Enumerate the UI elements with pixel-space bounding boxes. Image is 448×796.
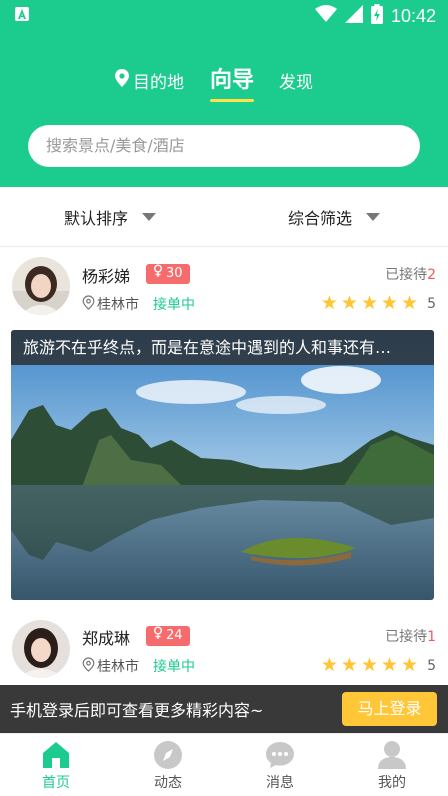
search-input[interactable]: 搜索景点/美食/酒店	[28, 125, 420, 167]
status-time: 10:42	[390, 5, 436, 26]
dropdown-arrow-icon	[142, 213, 157, 221]
signal-icon	[344, 4, 363, 28]
avatar[interactable]	[12, 257, 70, 315]
badge-count: 24	[166, 628, 183, 643]
star-icon: ★	[340, 292, 358, 314]
location-outline-icon	[82, 294, 95, 314]
status-icons: 10:42	[314, 3, 436, 29]
served-label: 已接待	[385, 267, 428, 283]
rating-value: 5	[427, 295, 436, 312]
female-badge: 24	[146, 626, 190, 646]
location-pin-icon	[115, 69, 129, 92]
badge-count: 30	[166, 266, 183, 281]
header: 10:42 目的地 向导 发现 搜索景点/美食/酒店	[0, 0, 448, 187]
served-number: 2	[427, 267, 436, 283]
city-label: 桂林市	[97, 297, 139, 313]
photo-caption: 旅游不在乎终点，而是在意途中遇到的人和事还有…	[11, 330, 434, 365]
female-icon	[153, 264, 163, 284]
guide-name: 杨彩娣	[82, 267, 131, 286]
tab-guide-label: 向导	[210, 68, 255, 93]
filter-dropdown[interactable]: 综合筛选	[288, 205, 381, 229]
star-icon: ★	[401, 292, 419, 314]
female-icon	[153, 626, 163, 646]
served-count: 已接待2	[385, 264, 436, 284]
guide-card[interactable]: 杨彩娣 30 已接待2 桂林市 接单中 ★ ★ ★ ★ ★ 5 旅游不在乎终点，…	[0, 250, 448, 610]
tab-destination[interactable]: 目的地	[115, 68, 184, 93]
active-tab-indicator	[210, 99, 255, 102]
chat-icon	[266, 742, 294, 768]
female-badge: 30	[146, 264, 190, 284]
star-icon: ★	[320, 654, 338, 676]
guide-photo[interactable]: 旅游不在乎终点，而是在意途中遇到的人和事还有…	[11, 330, 434, 600]
availability-status: 接单中	[153, 297, 195, 313]
star-icon: ★	[380, 654, 399, 676]
star-icon: ★	[340, 654, 358, 676]
filter-label: 综合筛选	[288, 209, 353, 228]
star-icon: ★	[401, 654, 419, 676]
bottom-nav: 首页 动态 消息 我的	[0, 733, 448, 796]
sort-label: 默认排序	[64, 209, 129, 228]
app-notification-icon	[14, 6, 30, 27]
nav-messages-label: 消息	[266, 775, 294, 791]
star-icon: ★	[320, 292, 338, 314]
served-label: 已接待	[385, 629, 428, 645]
guide-name: 郑成琳	[82, 629, 131, 648]
rating-value: 5	[427, 657, 436, 674]
tab-discover[interactable]: 发现	[279, 68, 313, 93]
home-icon	[43, 742, 69, 768]
nav-feed[interactable]: 动态	[128, 740, 208, 792]
guide-location: 桂林市	[82, 656, 139, 676]
tab-discover-label: 发现	[279, 73, 313, 93]
nav-profile[interactable]: 我的	[352, 740, 432, 792]
city-label: 桂林市	[97, 659, 139, 675]
guide-card[interactable]: 郑成琳 24 已接待1 桂林市 接单中 ★ ★ ★ ★ ★ 5	[0, 615, 448, 685]
user-icon	[378, 741, 406, 769]
tab-guide[interactable]: 向导	[210, 62, 255, 102]
dropdown-arrow-icon	[366, 213, 381, 221]
served-count: 已接待1	[385, 626, 436, 646]
status-bar: 10:42	[0, 0, 448, 32]
star-icon: ★	[380, 292, 399, 314]
nav-home[interactable]: 首页	[16, 740, 96, 792]
wifi-icon	[314, 4, 337, 28]
served-number: 1	[427, 629, 436, 645]
availability-status: 接单中	[153, 659, 195, 675]
sort-dropdown[interactable]: 默认排序	[64, 205, 157, 229]
star-icon: ★	[360, 654, 378, 676]
compass-icon	[154, 741, 182, 769]
login-button[interactable]: 马上登录	[342, 692, 437, 726]
filter-bar: 默认排序 综合筛选	[0, 187, 448, 247]
battery-icon	[370, 3, 383, 29]
nav-messages[interactable]: 消息	[240, 740, 320, 792]
nav-feed-label: 动态	[154, 775, 182, 791]
guide-location: 桂林市	[82, 294, 139, 314]
login-prompt-bar: 手机登录后即可查看更多精彩内容~ 马上登录	[0, 685, 448, 733]
nav-profile-label: 我的	[378, 775, 406, 791]
login-prompt-text: 手机登录后即可查看更多精彩内容~	[10, 701, 264, 720]
location-outline-icon	[82, 656, 95, 676]
rating: ★ ★ ★ ★ ★ 5	[321, 656, 436, 675]
app: 10:42 目的地 向导 发现 搜索景点/美食/酒店 默认排序 综合筛选 杨彩娣…	[0, 0, 448, 796]
nav-home-label: 首页	[42, 775, 70, 791]
avatar[interactable]	[12, 620, 70, 678]
top-tabs: 目的地 向导 发现	[0, 62, 448, 102]
rating: ★ ★ ★ ★ ★ 5	[321, 294, 436, 313]
landscape-photo	[11, 330, 434, 600]
star-icon: ★	[360, 292, 378, 314]
tab-destination-label: 目的地	[133, 73, 184, 93]
